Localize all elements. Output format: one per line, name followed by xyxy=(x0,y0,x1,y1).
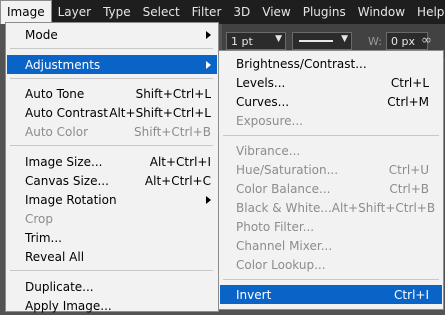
menu-item-label: Auto Tone xyxy=(25,86,85,101)
menu-separator xyxy=(223,279,439,280)
menu-bar: Image Layer Type Select Filter 3D View P… xyxy=(0,0,445,24)
menu-item-label: Mode xyxy=(25,27,58,42)
menu-item-shortcut: Alt+Ctrl+C xyxy=(144,173,211,188)
submenu-item-shortcut: Ctrl+M xyxy=(387,94,429,109)
menu-item-shortcut: Alt+Ctrl+I xyxy=(149,154,211,169)
menu-item-shortcut: Shift+Ctrl+B xyxy=(134,124,211,139)
submenu-item-shortcut: Ctrl+B xyxy=(389,181,429,196)
width-value: 0 px xyxy=(391,35,415,48)
submenu-item-color-balance: Color Balance... Ctrl+B xyxy=(220,179,442,198)
submenu-item-shortcut: Ctrl+L xyxy=(390,75,429,90)
stroke-width-field[interactable]: 1 pt ▼ xyxy=(226,32,286,50)
submenu-item-label: Exposure... xyxy=(236,113,303,128)
menu-item-adjustments[interactable]: Adjustments xyxy=(7,55,217,74)
chevron-down-icon: ▼ xyxy=(275,34,282,44)
submenu-item-label: Black & White... xyxy=(236,200,332,215)
menu-select[interactable]: Select xyxy=(137,0,186,24)
submenu-item-black-white: Black & White... Alt+Shift+Ctrl+B xyxy=(220,198,442,217)
menu-separator xyxy=(10,270,213,271)
submenu-item-hue-saturation: Hue/Saturation... Ctrl+U xyxy=(220,160,442,179)
menu-item-image-rotation[interactable]: Image Rotation xyxy=(7,190,217,209)
chevron-right-icon xyxy=(206,60,211,69)
submenu-item-levels[interactable]: Levels... Ctrl+L xyxy=(220,73,442,92)
link-icon[interactable]: ∞ xyxy=(421,33,432,48)
menu-layer[interactable]: Layer xyxy=(52,0,97,24)
submenu-item-channel-mixer: Channel Mixer... xyxy=(220,236,442,255)
submenu-item-label: Photo Filter... xyxy=(236,219,315,234)
submenu-item-shortcut: Ctrl+I xyxy=(394,287,429,302)
menu-item-label: Adjustments xyxy=(25,57,101,72)
menu-image[interactable]: Image xyxy=(0,0,52,24)
menu-item-trim[interactable]: Trim... xyxy=(7,228,217,247)
submenu-item-label: Vibrance... xyxy=(236,143,301,158)
menu-separator xyxy=(10,48,213,49)
menu-item-label: Auto Color xyxy=(25,124,89,139)
submenu-item-label: Curves... xyxy=(236,94,290,109)
menu-item-label: Image Rotation xyxy=(25,192,117,207)
submenu-item-exposure: Exposure... xyxy=(220,111,442,130)
menu-item-label: Duplicate... xyxy=(25,279,94,294)
submenu-item-brightness-contrast[interactable]: Brightness/Contrast... xyxy=(220,54,442,73)
stroke-width-value: 1 pt xyxy=(231,35,253,48)
menu-item-label: Image Size... xyxy=(25,154,103,169)
submenu-item-shortcut: Ctrl+U xyxy=(388,162,429,177)
menu-item-auto-contrast[interactable]: Auto Contrast Alt+Shift+Ctrl+L xyxy=(7,103,217,122)
menu-item-reveal-all[interactable]: Reveal All xyxy=(7,247,217,266)
menu-item-auto-tone[interactable]: Auto Tone Shift+Ctrl+L xyxy=(7,84,217,103)
image-menu: Mode Adjustments Auto Tone Shift+Ctrl+L … xyxy=(5,22,219,313)
submenu-item-label: Brightness/Contrast... xyxy=(236,56,367,71)
submenu-item-label: Color Balance... xyxy=(236,181,331,196)
menu-separator xyxy=(10,145,213,146)
adjustments-submenu: Brightness/Contrast... Levels... Ctrl+L … xyxy=(218,50,444,310)
menu-type[interactable]: Type xyxy=(97,0,137,24)
menu-item-label: Crop xyxy=(25,211,54,226)
chevron-down-icon: ▼ xyxy=(341,34,348,44)
submenu-item-photo-filter: Photo Filter... xyxy=(220,217,442,236)
menu-3d[interactable]: 3D xyxy=(227,0,256,24)
menu-item-shortcut: Shift+Ctrl+L xyxy=(135,86,211,101)
menu-item-duplicate[interactable]: Duplicate... xyxy=(7,277,217,296)
chevron-right-icon xyxy=(206,195,211,204)
menu-view[interactable]: View xyxy=(256,0,296,24)
submenu-item-vibrance: Vibrance... xyxy=(220,141,442,160)
stroke-type-dropdown[interactable]: ▼ xyxy=(292,32,352,50)
menu-separator xyxy=(223,135,439,136)
menu-separator xyxy=(10,78,213,79)
menu-item-mode[interactable]: Mode xyxy=(7,25,217,44)
submenu-item-label: Invert xyxy=(236,287,272,302)
submenu-item-curves[interactable]: Curves... Ctrl+M xyxy=(220,92,442,111)
stroke-line-icon xyxy=(299,40,333,42)
menu-help[interactable]: Help xyxy=(411,0,445,24)
menu-filter[interactable]: Filter xyxy=(186,0,228,24)
submenu-item-invert[interactable]: Invert Ctrl+I xyxy=(220,285,442,304)
submenu-item-label: Channel Mixer... xyxy=(236,238,333,253)
submenu-item-label: Hue/Saturation... xyxy=(236,162,339,177)
menu-item-label: Canvas Size... xyxy=(25,173,109,188)
submenu-item-color-lookup: Color Lookup... xyxy=(220,255,442,274)
width-label: W: xyxy=(368,35,382,48)
menu-plugins[interactable]: Plugins xyxy=(297,0,352,24)
menu-item-image-size[interactable]: Image Size... Alt+Ctrl+I xyxy=(7,152,217,171)
menu-item-label: Auto Contrast xyxy=(25,105,108,120)
menu-item-canvas-size[interactable]: Canvas Size... Alt+Ctrl+C xyxy=(7,171,217,190)
menu-item-crop: Crop xyxy=(7,209,217,228)
menu-item-label: Trim... xyxy=(25,230,62,245)
submenu-item-shortcut: Alt+Shift+Ctrl+B xyxy=(331,200,436,215)
menu-item-label: Reveal All xyxy=(25,249,85,264)
submenu-item-label: Color Lookup... xyxy=(236,257,326,272)
chevron-right-icon xyxy=(206,30,211,39)
menu-window[interactable]: Window xyxy=(352,0,411,24)
menu-item-shortcut: Alt+Shift+Ctrl+L xyxy=(109,105,211,120)
menu-item-auto-color: Auto Color Shift+Ctrl+B xyxy=(7,122,217,141)
submenu-item-label: Levels... xyxy=(236,75,286,90)
